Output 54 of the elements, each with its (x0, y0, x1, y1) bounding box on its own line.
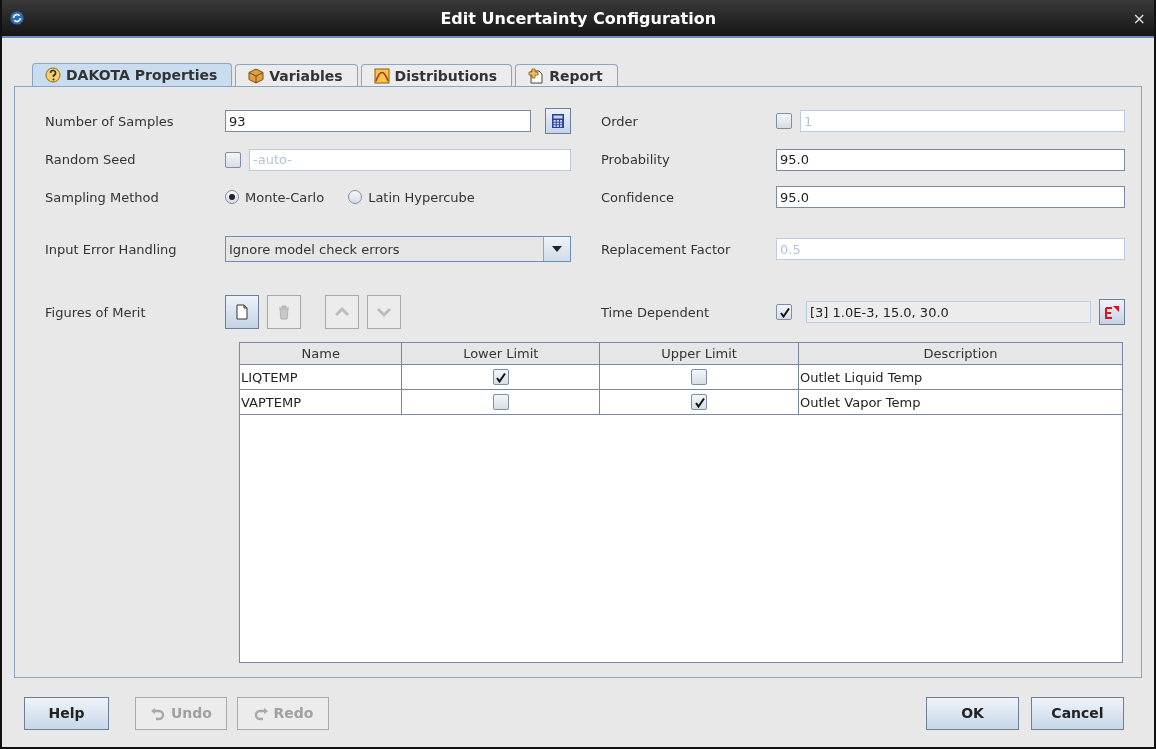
undo-icon (150, 705, 166, 721)
field-label: Sampling Method (45, 189, 160, 205)
new-document-button[interactable] (225, 295, 259, 329)
redo-icon (252, 705, 269, 721)
dialog-button[interactable]: OK (926, 696, 1019, 730)
tab[interactable]: DAKOTA Properties (32, 63, 233, 86)
column-header: Lower Limit (401, 343, 600, 365)
calculator-button[interactable] (545, 108, 571, 134)
input-field[interactable]: 93 (225, 110, 531, 132)
tab[interactable]: Variables (235, 64, 358, 86)
dialog-button[interactable]: Help (24, 696, 109, 730)
field-label: Figures of Merit (45, 304, 147, 320)
checkbox[interactable] (492, 369, 509, 385)
checkbox[interactable] (691, 369, 707, 385)
field-label: Replacement Factor (601, 241, 732, 257)
column-header: Name (240, 343, 402, 365)
field-label: Random Seed (45, 152, 137, 167)
field-label: Input Error Handling (45, 241, 178, 257)
app-icon (10, 11, 24, 25)
window-title: Edit Uncertainty Configuration (439, 8, 718, 28)
checkbox[interactable] (691, 394, 707, 410)
input-field[interactable]: 95.0 (776, 148, 1125, 171)
tab[interactable]: Distributions (360, 64, 513, 86)
document-plus-icon (528, 67, 545, 84)
document-icon (234, 304, 250, 320)
curve-chart-icon (373, 67, 390, 84)
input-field[interactable]: [3] 1.0E-3, 15.0, 30.0 (806, 301, 1091, 323)
caret-icon (552, 246, 562, 252)
table-cell: LIQTEMP (240, 364, 402, 390)
radio-label: Latin Hypercube (368, 189, 475, 205)
field-label: Order (601, 113, 639, 129)
column-header: Description (798, 343, 1122, 365)
column-header: Upper Limit (599, 343, 799, 365)
edit-button[interactable] (1099, 299, 1125, 325)
dropdown[interactable]: Ignore model check errors (225, 236, 571, 262)
close-button[interactable]: × (1132, 8, 1146, 28)
dialog-button[interactable]: Cancel (1031, 696, 1124, 730)
calculator-icon (550, 113, 566, 129)
edit-icon (1104, 304, 1120, 320)
field-label: Number of Samples (45, 113, 175, 129)
checkbox[interactable] (492, 394, 509, 410)
table-cell: VAPTEMP (240, 389, 402, 415)
radio-button[interactable] (348, 190, 363, 204)
field-label: Probability (601, 152, 671, 167)
field-label: Time Dependent (601, 304, 711, 320)
radio-button[interactable] (225, 190, 239, 204)
question-icon (45, 67, 61, 83)
trash-icon (276, 304, 292, 320)
checkbox[interactable] (776, 304, 792, 320)
box-icon (248, 67, 265, 84)
field-label: Confidence (601, 189, 676, 205)
tab[interactable]: Report (515, 64, 618, 86)
input-field[interactable]: 95.0 (776, 186, 1125, 208)
radio-label: Monte-Carlo (245, 189, 325, 205)
